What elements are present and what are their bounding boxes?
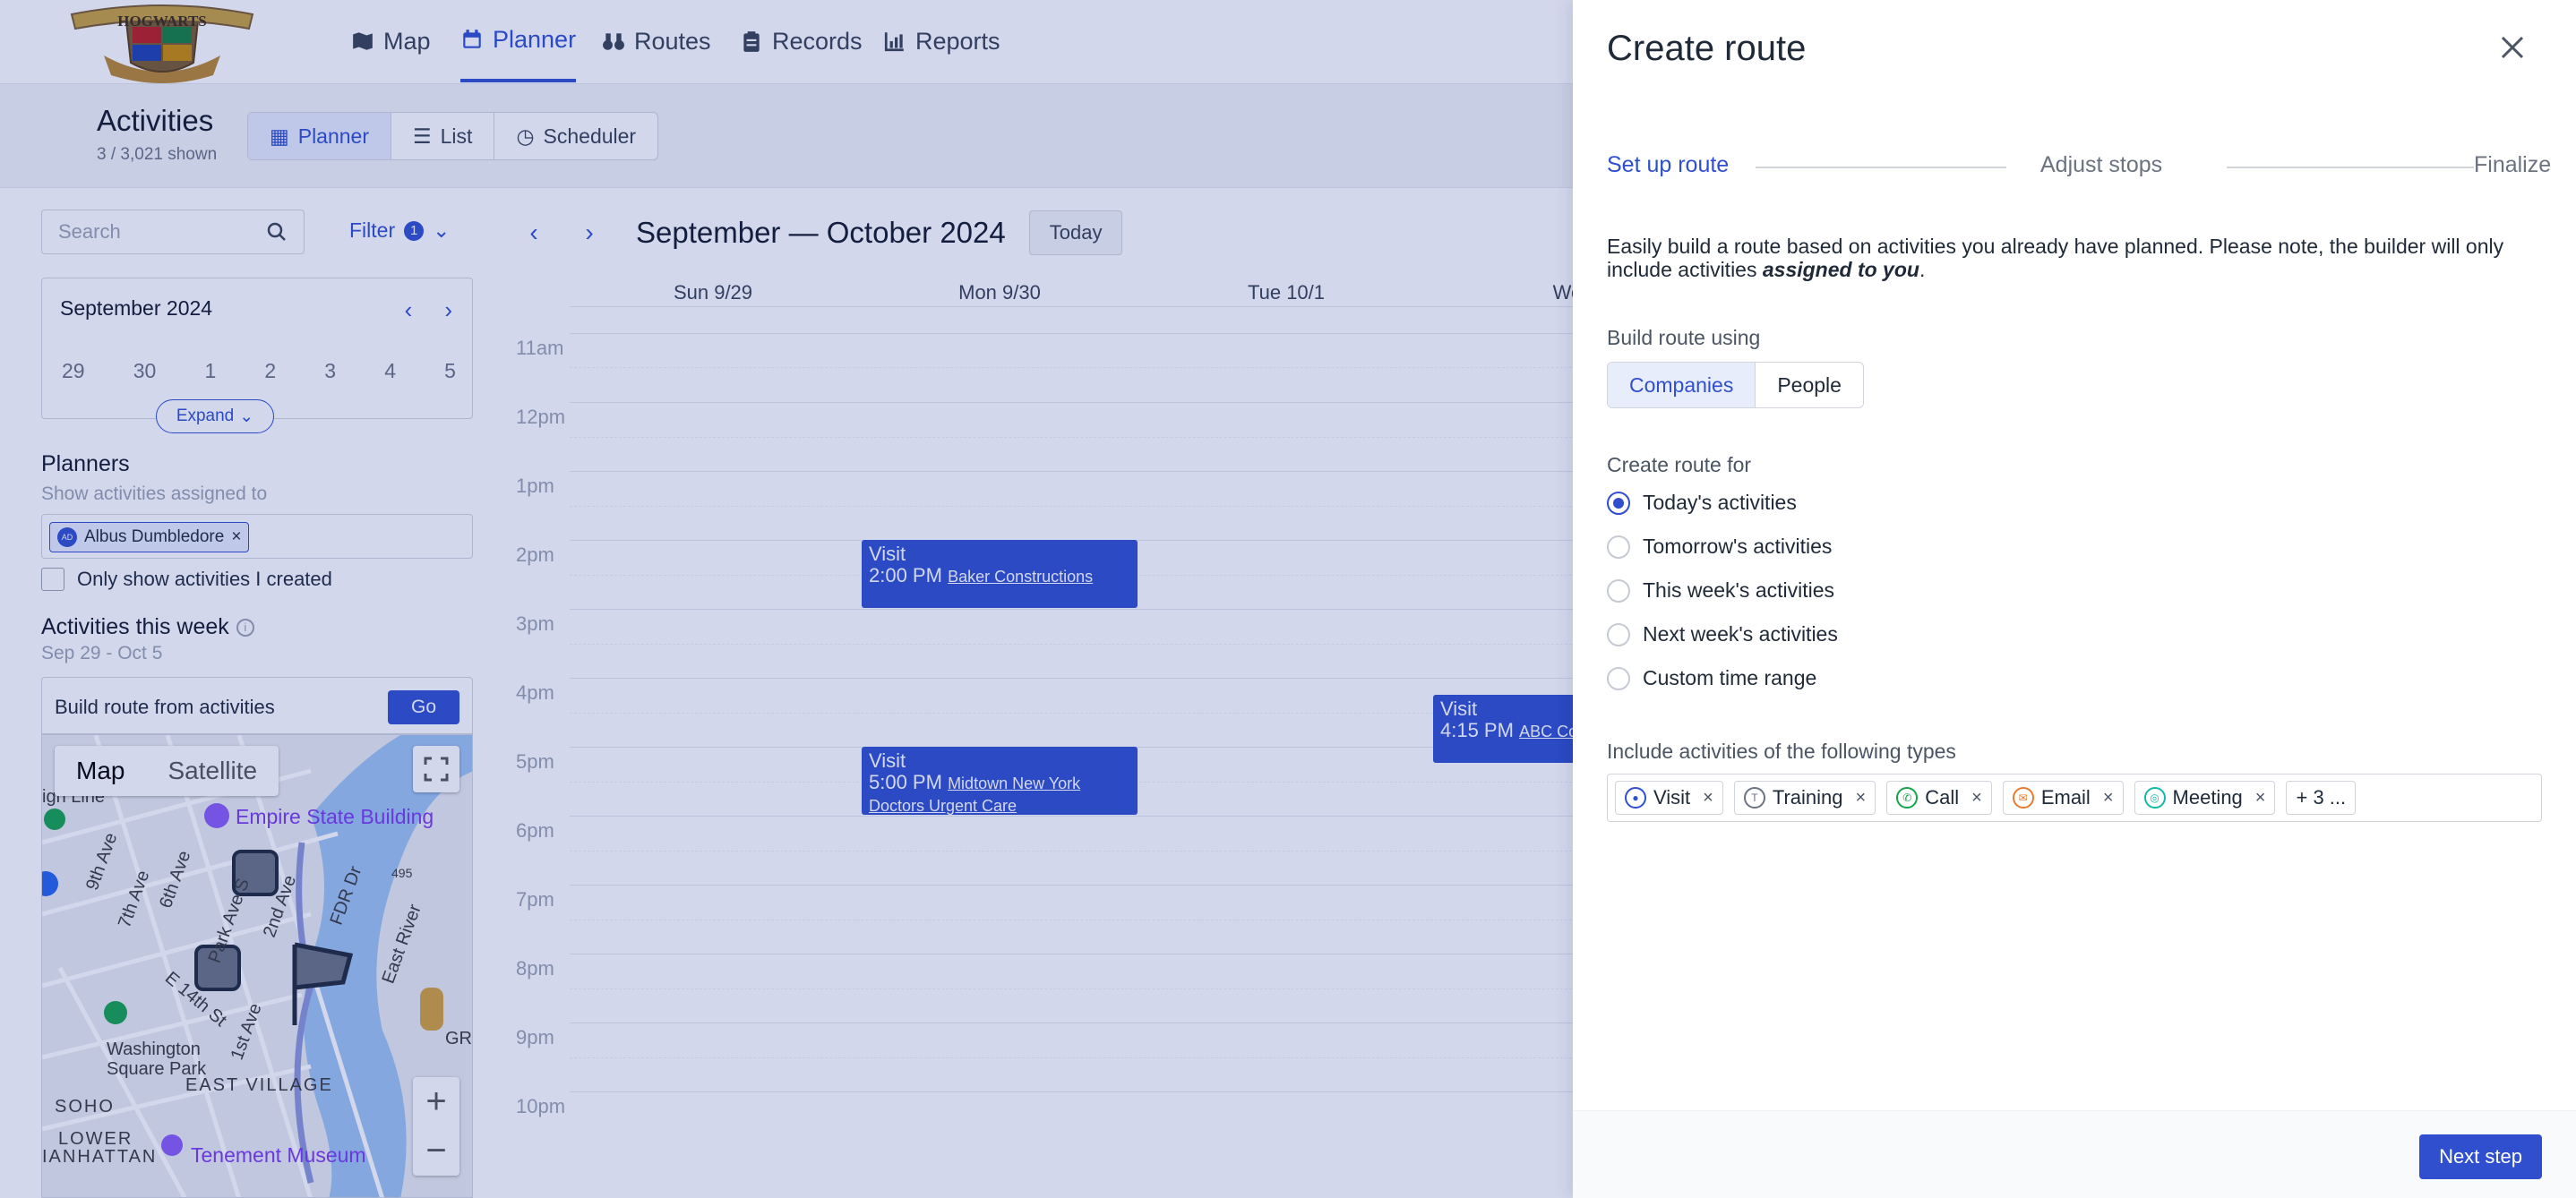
radio-tomorrow[interactable]: Tomorrow's activities	[1607, 535, 1832, 559]
option-people[interactable]: People	[1756, 363, 1863, 407]
radio-button[interactable]	[1607, 491, 1630, 515]
phone-icon: ✆	[1896, 787, 1919, 809]
type-chip-training: T Training ×	[1733, 781, 1876, 815]
radio-label: Today's activities	[1643, 491, 1797, 514]
type-chip-label: Email	[2040, 786, 2091, 809]
radio-label: This week's activities	[1643, 578, 1835, 602]
build-using-toggle: Companies People	[1607, 362, 1864, 408]
type-chip-label: Training	[1772, 786, 1843, 809]
step-finalize: Finalize	[2474, 152, 2552, 177]
close-icon[interactable]	[2499, 34, 2526, 61]
type-chip-label: Meeting	[2172, 786, 2243, 809]
close-icon[interactable]: ×	[2103, 788, 2114, 809]
email-icon: ✉	[2012, 787, 2034, 809]
types-label: Include activities of the following type…	[1607, 740, 1956, 763]
radio-button[interactable]	[1607, 578, 1630, 603]
drawer-footer: Next step	[1573, 1110, 2576, 1198]
intro-emphasis: assigned to you	[1762, 258, 1919, 281]
more-types-chip[interactable]: + 3 ...	[2286, 781, 2357, 815]
radio-button[interactable]	[1607, 535, 1630, 559]
type-chip-email: ✉ Email ×	[2002, 781, 2124, 815]
radio-button[interactable]	[1607, 622, 1630, 646]
activity-types-select[interactable]: ● Visit × T Training × ✆ Call × ✉ Email …	[1607, 774, 2542, 822]
type-chip-visit: ● Visit ×	[1615, 781, 1723, 815]
step-set-up-route: Set up route	[1607, 152, 1730, 177]
create-route-drawer: Create route Set up route Adjust stops F…	[1573, 0, 2576, 1198]
intro-end: .	[1919, 258, 1926, 281]
radio-next-week[interactable]: Next week's activities	[1607, 622, 1838, 646]
intro-text-body: Easily build a route based on activities…	[1607, 235, 2504, 281]
close-icon[interactable]: ×	[1971, 788, 1982, 809]
radio-button[interactable]	[1607, 666, 1630, 690]
step-connector	[1756, 167, 2006, 168]
build-using-label: Build route using	[1607, 326, 1761, 349]
type-chip-label: Call	[1925, 786, 1960, 809]
type-chip-call: ✆ Call ×	[1886, 781, 1992, 815]
more-types-label: + 3 ...	[2296, 786, 2347, 809]
create-for-label: Create route for	[1607, 453, 1752, 476]
intro-text: Easily build a route based on activities…	[1607, 235, 2556, 281]
close-icon[interactable]: ×	[2255, 788, 2266, 809]
option-companies[interactable]: Companies	[1608, 363, 1756, 407]
type-chip-meeting: ◎ Meeting ×	[2134, 781, 2276, 815]
radio-this-week[interactable]: This week's activities	[1607, 578, 1834, 603]
radio-label: Custom time range	[1643, 666, 1817, 689]
radio-label: Next week's activities	[1643, 622, 1838, 646]
stepper: Set up route Adjust stops Finalize	[1607, 152, 2556, 183]
training-icon: T	[1743, 787, 1765, 809]
people-icon: ◎	[2143, 787, 2166, 809]
radio-today[interactable]: Today's activities	[1607, 491, 1797, 515]
person-icon: ●	[1625, 787, 1646, 809]
radio-custom-range[interactable]: Custom time range	[1607, 666, 1816, 690]
next-step-button[interactable]: Next step	[2419, 1134, 2542, 1179]
close-icon[interactable]: ×	[1856, 788, 1867, 809]
close-icon[interactable]: ×	[1703, 788, 1713, 809]
step-adjust-stops: Adjust stops	[2040, 152, 2163, 177]
type-chip-label: Visit	[1653, 786, 1691, 809]
step-connector	[2227, 167, 2474, 168]
radio-label: Tomorrow's activities	[1643, 535, 1833, 558]
drawer-title: Create route	[1607, 29, 1807, 68]
